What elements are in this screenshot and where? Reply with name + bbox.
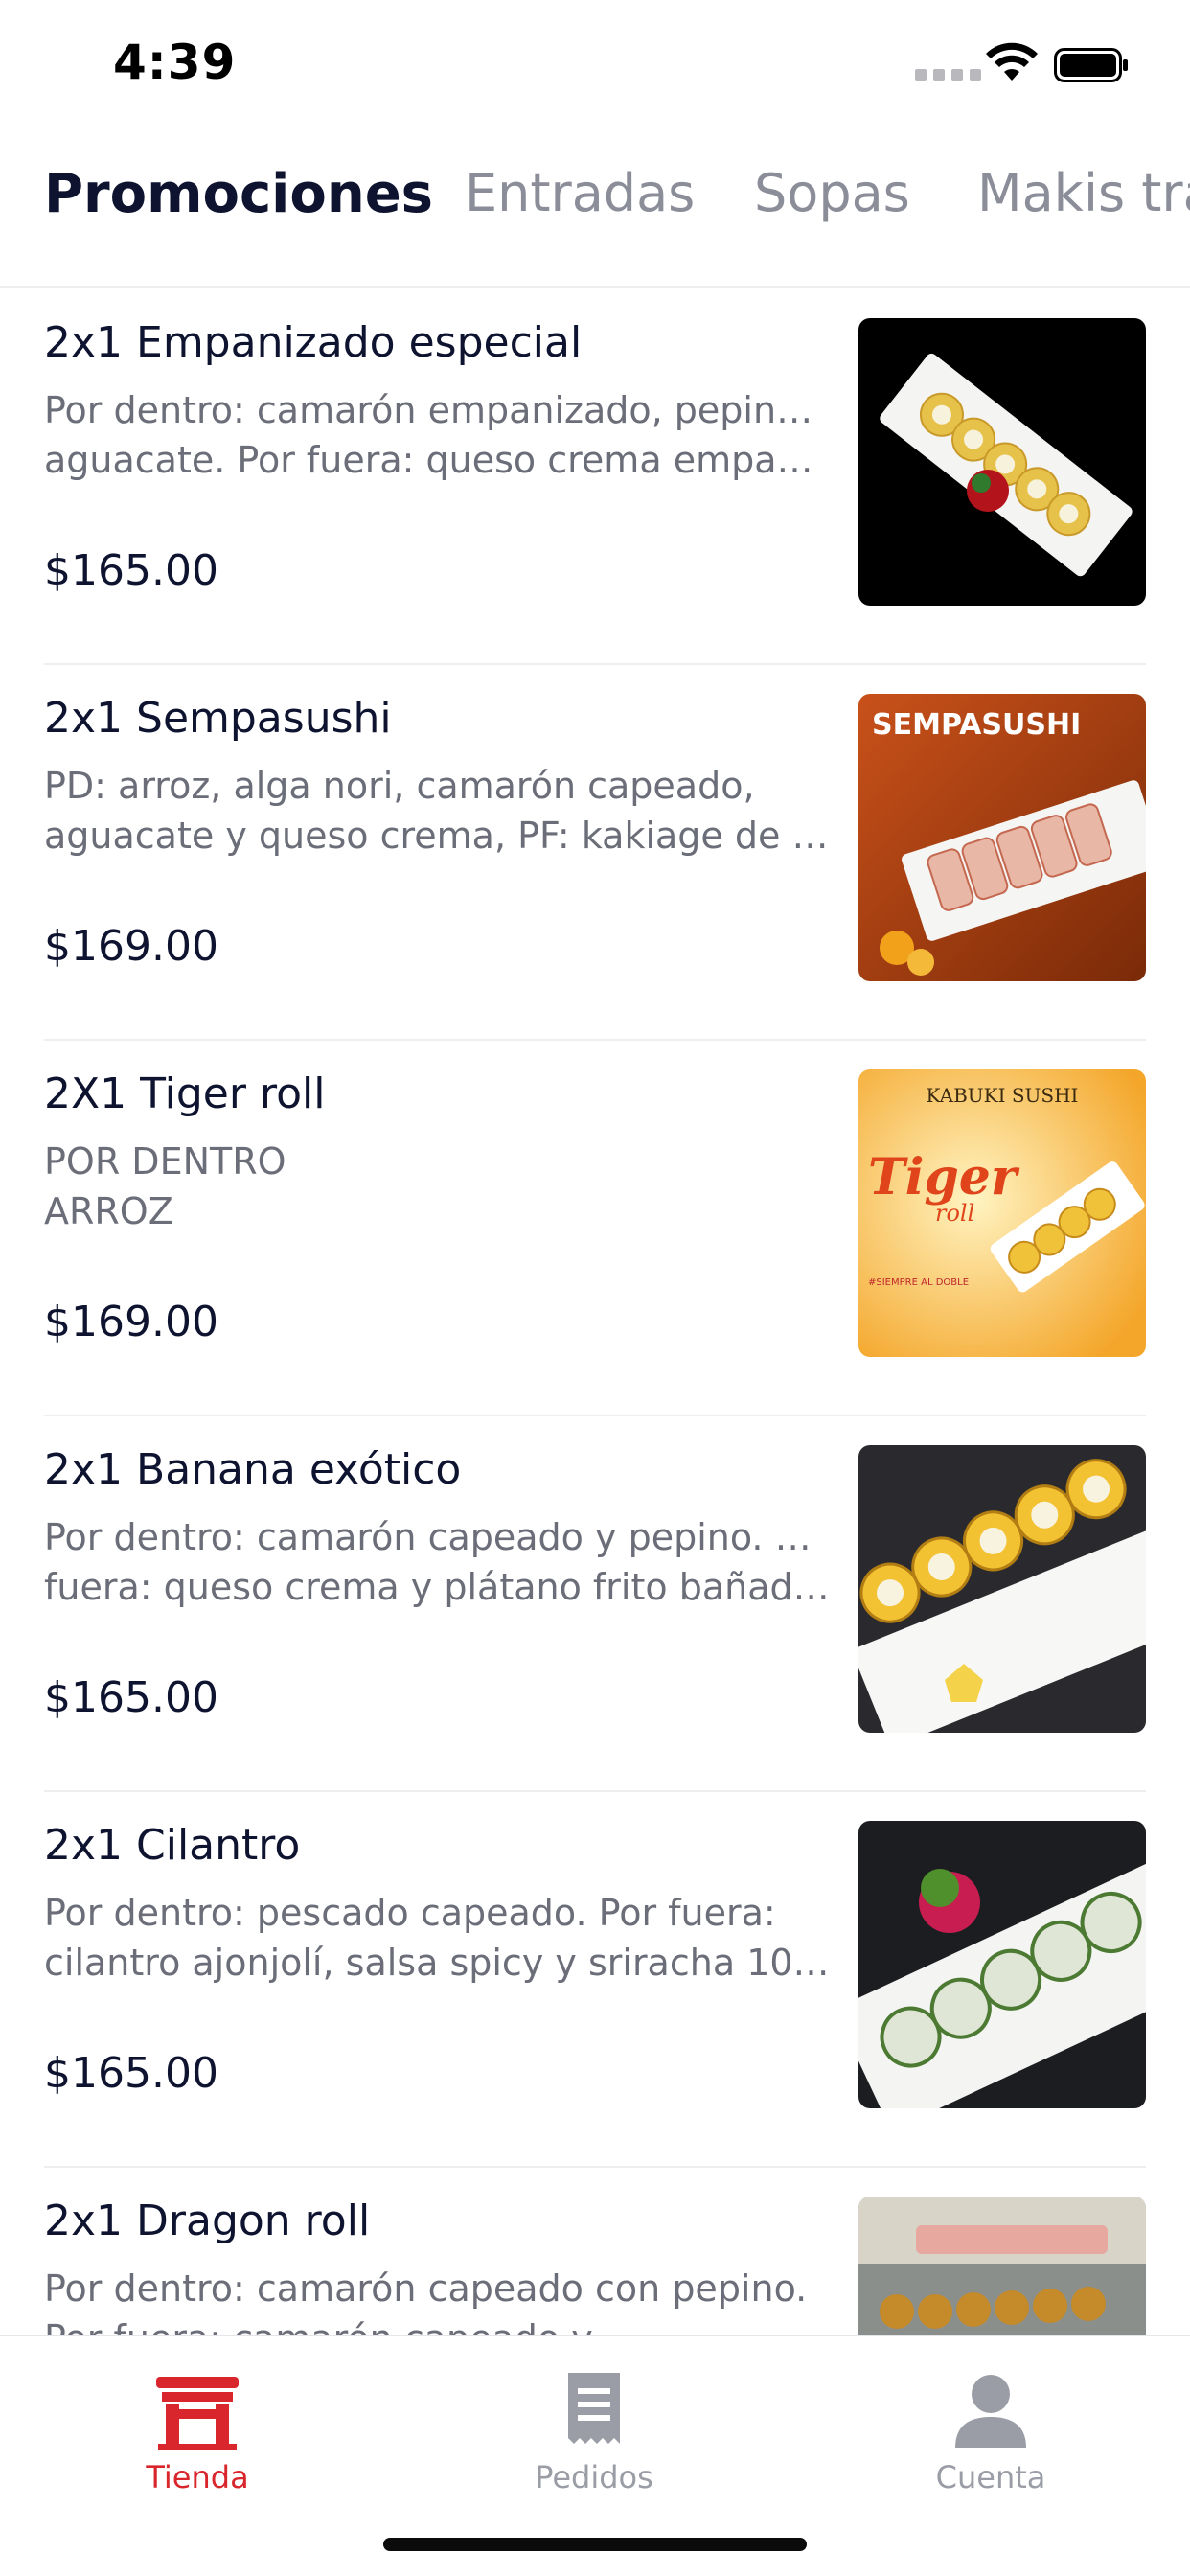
product-image <box>858 318 1146 606</box>
product-price: $165.00 <box>44 546 218 595</box>
product-item[interactable]: 2x1 Cilantro Por dentro: pescado capeado… <box>44 1792 1146 2168</box>
product-image <box>858 1821 1146 2108</box>
product-description: POR DENTRO ARROZ <box>44 1140 286 1232</box>
status-time: 4:39 <box>113 34 237 90</box>
wifi-icon <box>986 42 1038 80</box>
tab-label: Cuenta <box>935 2459 1046 2496</box>
product-price: $165.00 <box>44 1673 218 1722</box>
category-tabs: Promociones Entradas Sopas Makis tra <box>0 144 1190 288</box>
product-description: Por dentro: camarón capeado y pepino. Po… <box>44 1516 830 1608</box>
product-price: $165.00 <box>44 2049 218 2098</box>
home-indicator[interactable] <box>383 2538 807 2551</box>
tab-makis-tradicionales[interactable]: Makis tra <box>977 163 1190 223</box>
tab-label: Tienda <box>146 2459 249 2496</box>
svg-text:SEMPASUSHI: SEMPASUSHI <box>872 708 1081 742</box>
product-description: Por dentro: pescado capeado. Por fuera: c… <box>44 1892 830 1984</box>
product-image <box>858 1445 1146 1733</box>
tab-cuenta[interactable]: Cuenta <box>895 2365 1087 2496</box>
tab-entradas[interactable]: Entradas <box>465 163 695 223</box>
product-title: 2x1 Empanizado especial <box>44 318 583 367</box>
tab-tienda[interactable]: Tienda <box>102 2365 293 2496</box>
svg-text:#SIEMPRE AL DOBLE: #SIEMPRE AL DOBLE <box>868 1277 969 1288</box>
product-price: $169.00 <box>44 1298 218 1346</box>
product-image <box>858 2196 1146 2334</box>
product-description: Por dentro: camarón empanizado, pepino y… <box>44 389 830 481</box>
battery-icon <box>1054 48 1128 82</box>
tab-sopas[interactable]: Sopas <box>754 163 910 223</box>
svg-text:KABUKI SUSHI: KABUKI SUSHI <box>927 1084 1079 1107</box>
tab-label: Pedidos <box>535 2459 653 2496</box>
product-title: 2X1 Tiger roll <box>44 1070 326 1118</box>
product-title: 2x1 Dragon roll <box>44 2196 371 2245</box>
tab-pedidos[interactable]: Pedidos <box>498 2365 690 2496</box>
product-item[interactable]: 2x1 Sempasushi PD: arroz, alga nori, cam… <box>44 665 1146 1041</box>
product-image: KABUKI SUSHI Tiger roll #SIEMPRE AL DOBL… <box>858 1070 1146 1357</box>
status-bar: 4:39 <box>0 0 1190 126</box>
product-description: PD: arroz, alga nori, camarón capeado, ag… <box>44 765 830 857</box>
product-image: SEMPASUSHI <box>858 694 1146 981</box>
product-item[interactable]: 2X1 Tiger roll POR DENTRO ARROZ $169.00 K… <box>44 1041 1146 1416</box>
receipt-icon <box>568 2373 620 2444</box>
store-icon <box>156 2377 239 2450</box>
product-description: Por dentro: camarón capeado con pepino.P… <box>44 2267 808 2334</box>
product-title: 2x1 Cilantro <box>44 1821 301 1870</box>
cellular-signal-icon <box>915 69 981 80</box>
tab-promociones[interactable]: Promociones <box>44 163 433 225</box>
svg-text:Tiger: Tiger <box>868 1148 1020 1207</box>
product-title: 2x1 Sempasushi <box>44 694 392 743</box>
product-price: $169.00 <box>44 922 218 971</box>
svg-text:roll: roll <box>935 1200 974 1227</box>
product-item[interactable]: 2x1 Banana exótico Por dentro: camarón c… <box>44 1416 1146 1792</box>
person-icon <box>955 2375 1026 2448</box>
product-item[interactable]: 2x1 Empanizado especial Por dentro: cama… <box>44 289 1146 665</box>
product-item[interactable]: 2x1 Dragon roll Por dentro: camarón cape… <box>44 2168 1146 2334</box>
product-title: 2x1 Banana exótico <box>44 1445 462 1494</box>
product-list: 2x1 Empanizado especial Por dentro: cama… <box>0 289 1190 2334</box>
